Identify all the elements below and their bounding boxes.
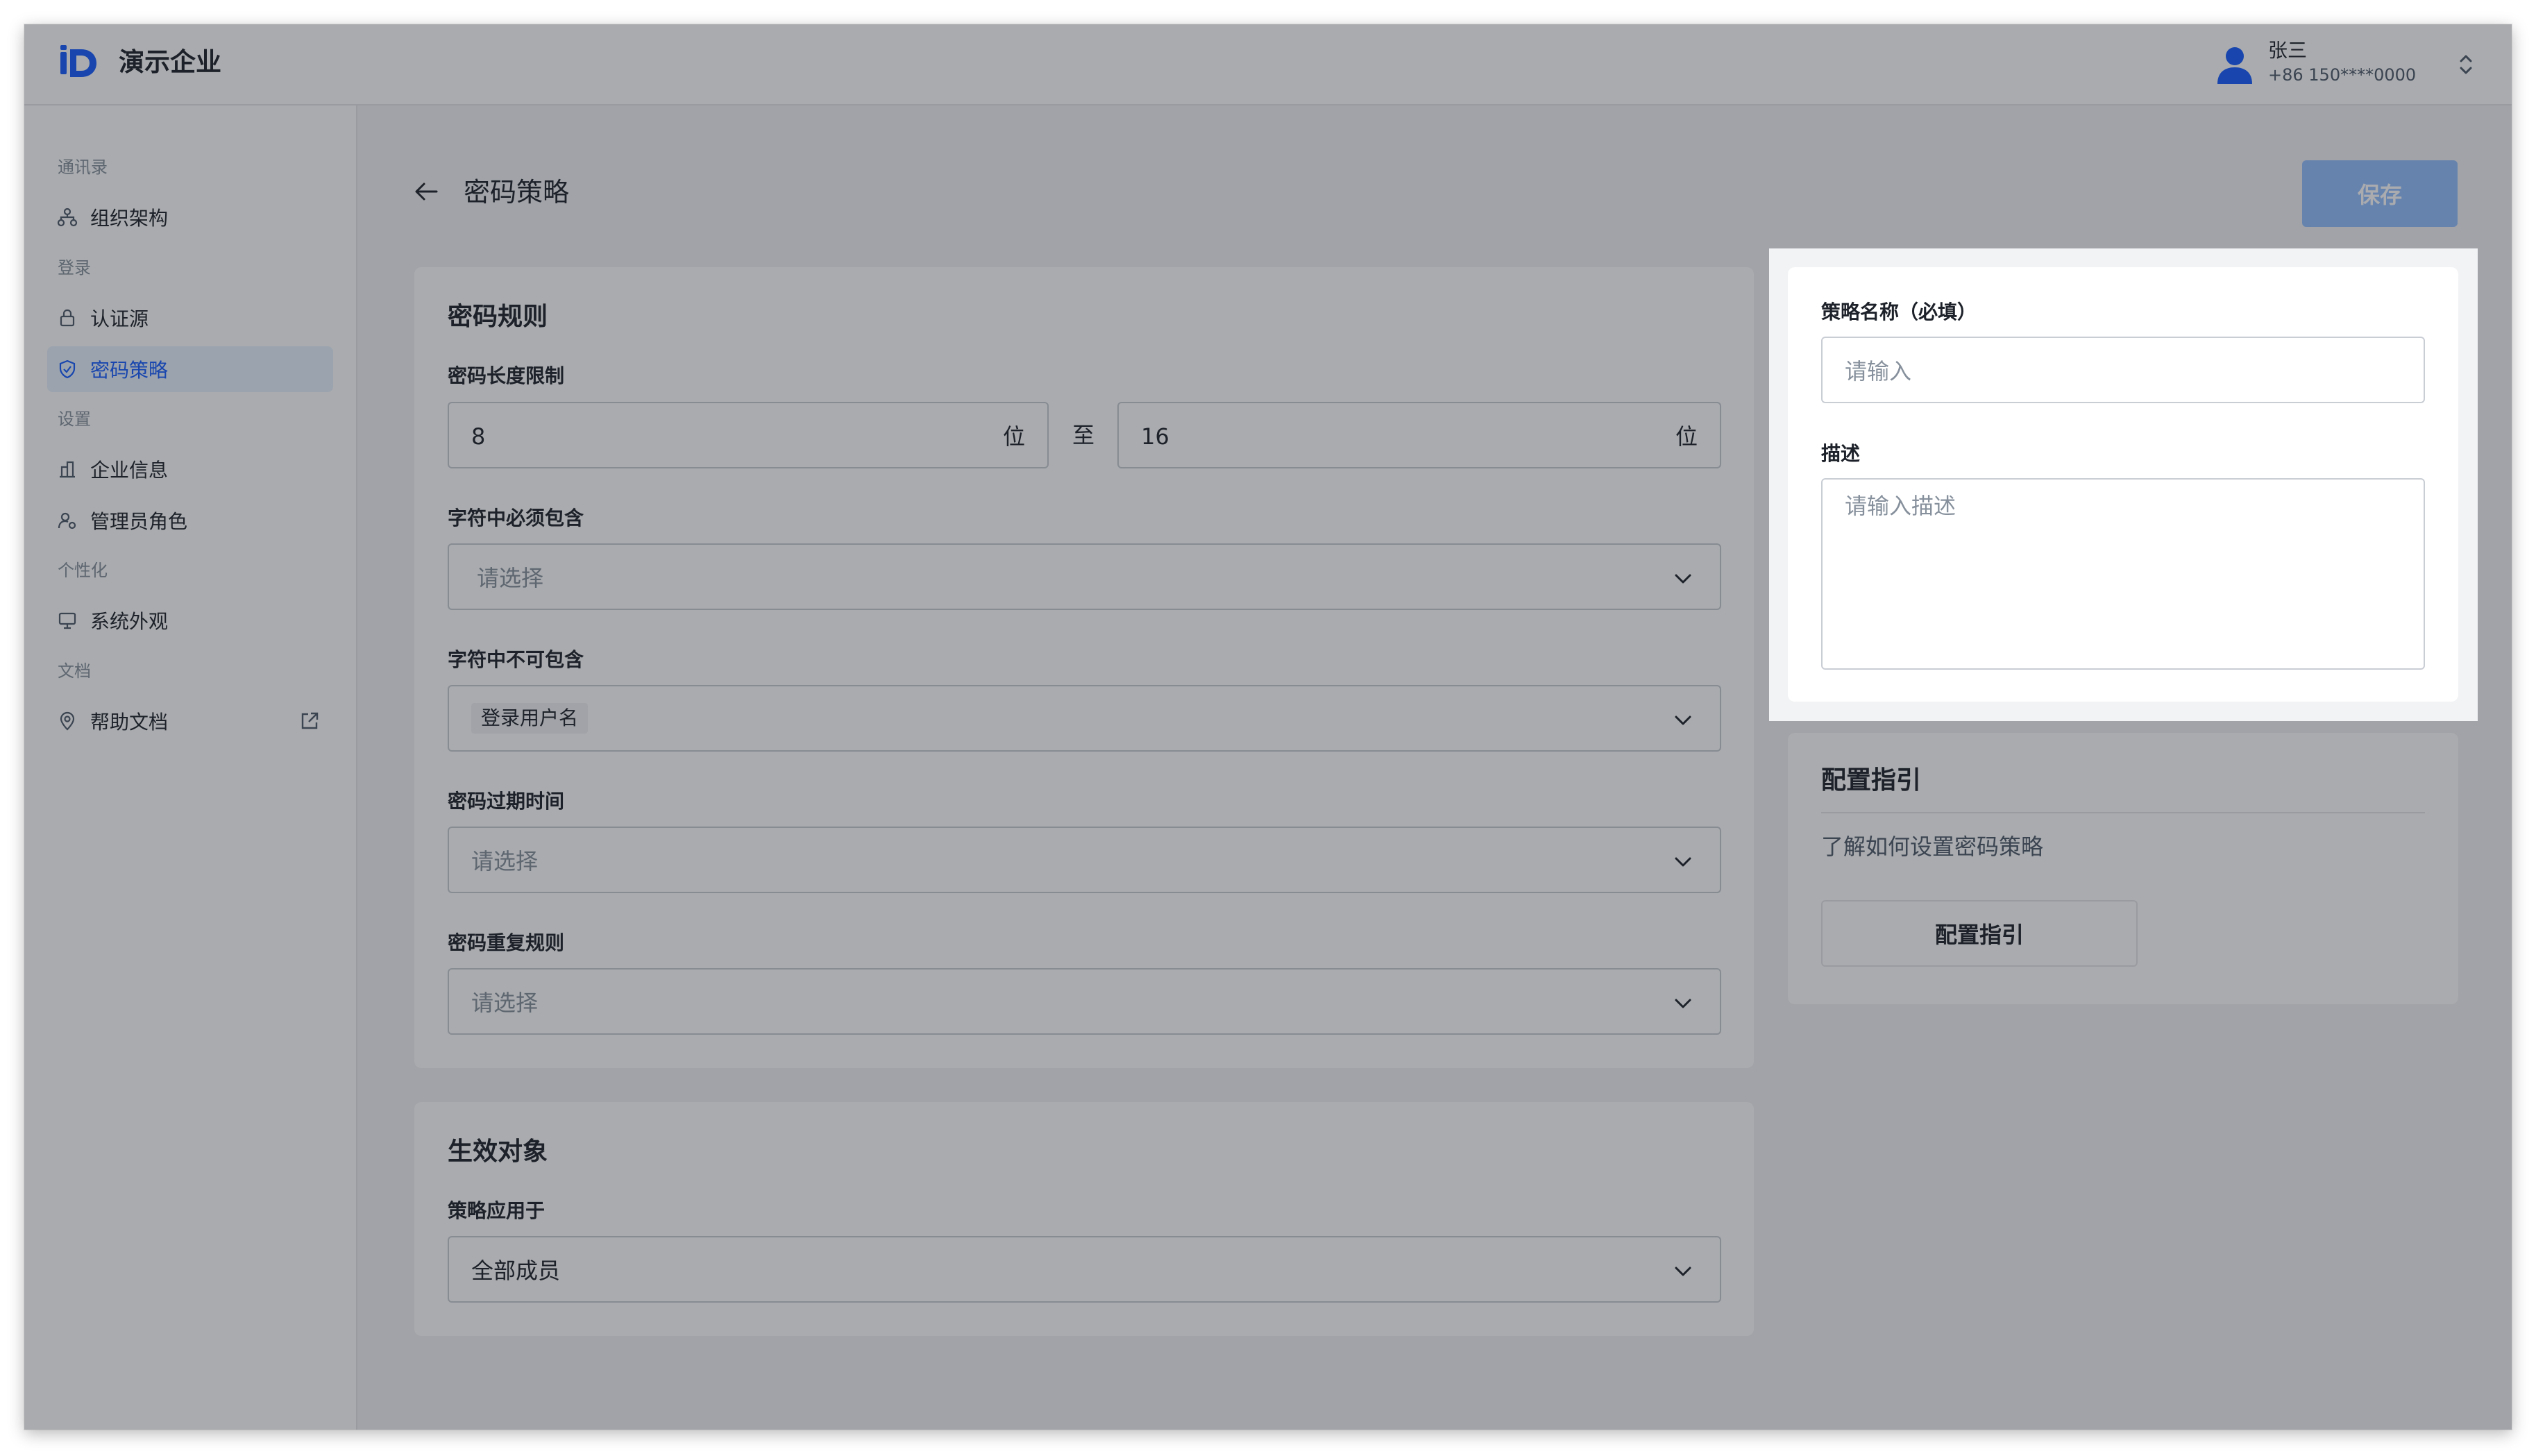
policy-info-card: 策略名称（必填） 请输入 描述 请输入描述 <box>1788 267 2458 702</box>
admin-user-icon <box>58 512 76 530</box>
field-label: 密码长度限制 <box>448 364 565 387</box>
shield-icon <box>59 359 76 379</box>
unit-label: 位 <box>1002 423 1025 450</box>
sidebar: 通讯录 组织架构 登录 认证源 密码策略 设置 企业信息 管理员角色 个性化 系… <box>24 105 357 1430</box>
save-button[interactable]: 保存 <box>2302 160 2458 227</box>
org-chart-icon <box>57 208 78 227</box>
chevron-down-icon <box>1675 716 1691 725</box>
back-arrow-icon[interactable] <box>413 178 439 205</box>
apply-to-select[interactable]: 全部成员 <box>448 1236 1721 1303</box>
select-placeholder: 请选择 <box>477 565 544 591</box>
card-title: 生效对象 <box>448 1137 548 1166</box>
guide-description: 了解如何设置密码策略 <box>1821 833 2044 860</box>
brand-name: 演示企业 <box>119 47 221 77</box>
sidebar-item-label: 密码策略 <box>90 359 169 382</box>
range-separator: 至 <box>1072 422 1095 448</box>
selected-tag: 登录用户名 <box>471 703 589 734</box>
sidebar-group-personalization: 个性化 <box>58 561 108 580</box>
sidebar-item-label: 系统外观 <box>90 610 169 633</box>
dim-overlay-right <box>2478 248 2512 721</box>
field-label: 密码重复规则 <box>448 931 565 954</box>
max-length-value: 16 <box>1141 423 1169 450</box>
user-phone: +86 150****0000 <box>2268 65 2417 85</box>
page-title: 密码策略 <box>464 177 570 208</box>
min-length-input[interactable]: 8 位 <box>448 402 1049 468</box>
select-placeholder: 请选择 <box>471 990 539 1016</box>
unit-label: 位 <box>1675 423 1698 450</box>
app-window: 演示企业 张三 +86 150****0000 通讯录 组织架构 登录 认证源 … <box>24 24 2512 1430</box>
field-label: 策略名称（必填） <box>1821 300 1977 323</box>
sidebar-item-label: 认证源 <box>90 307 149 330</box>
field-label: 描述 <box>1821 442 1861 465</box>
field-label: 密码过期时间 <box>448 790 565 813</box>
sidebar-group-docs: 文档 <box>58 661 91 681</box>
building-icon <box>60 461 75 478</box>
chevron-down-icon <box>1675 999 1691 1008</box>
chevron-up-down-icon[interactable] <box>2455 49 2476 80</box>
field-label: 策略应用于 <box>448 1199 546 1222</box>
chevron-down-icon <box>1675 574 1691 584</box>
user-avatar-icon[interactable] <box>2212 41 2258 87</box>
sidebar-item-admin-roles[interactable]: 管理员角色 <box>47 498 333 543</box>
card-title: 配置指引 <box>1821 766 1922 795</box>
sidebar-item-company-info[interactable]: 企业信息 <box>47 446 333 492</box>
chevron-down-icon <box>1675 1267 1691 1276</box>
max-length-input[interactable]: 16 位 <box>1117 402 1721 468</box>
external-link-icon[interactable] <box>298 710 321 732</box>
field-label: 字符中必须包含 <box>448 507 584 530</box>
location-pin-icon <box>60 711 75 731</box>
sidebar-item-label: 管理员角色 <box>90 510 188 533</box>
policy-description-textarea[interactable]: 请输入描述 <box>1821 478 2425 670</box>
sidebar-item-label: 企业信息 <box>90 459 169 482</box>
select-value: 全部成员 <box>471 1258 561 1284</box>
config-guide-card: 配置指引 了解如何设置密码策略 配置指引 <box>1788 733 2458 1004</box>
password-rules-card: 密码规则 密码长度限制 8 位 至 16 位 字符中必须包含 请选择 字符中不可… <box>414 267 1754 1068</box>
brand-logo-icon <box>60 45 96 77</box>
effective-target-card: 生效对象 策略应用于 全部成员 <box>414 1102 1754 1336</box>
card-title: 密码规则 <box>448 303 548 331</box>
user-name[interactable]: 张三 <box>2268 38 2307 63</box>
policy-name-input[interactable]: 请输入 <box>1821 337 2425 403</box>
chevron-down-icon <box>1675 857 1691 867</box>
config-guide-button[interactable]: 配置指引 <box>1821 900 2138 967</box>
must-not-include-select[interactable]: 登录用户名 <box>448 685 1721 752</box>
select-placeholder: 请选择 <box>471 848 539 874</box>
field-label: 字符中不可包含 <box>448 648 584 671</box>
sidebar-item-password-policy[interactable]: 密码策略 <box>47 346 333 392</box>
sidebar-item-help-docs[interactable]: 帮助文档 <box>47 698 333 744</box>
min-length-value: 8 <box>471 423 486 450</box>
sidebar-group-contacts: 通讯录 <box>58 158 108 177</box>
expiry-select[interactable]: 请选择 <box>448 827 1721 893</box>
divider <box>1821 812 2425 813</box>
sidebar-item-label: 帮助文档 <box>90 711 169 734</box>
sidebar-item-org-structure[interactable]: 组织架构 <box>47 194 333 240</box>
repeat-rule-select[interactable]: 请选择 <box>448 968 1721 1035</box>
must-include-select[interactable]: 请选择 <box>448 543 1721 610</box>
sidebar-item-auth-source[interactable]: 认证源 <box>47 295 333 341</box>
top-bar: 演示企业 张三 +86 150****0000 <box>24 24 2512 105</box>
sidebar-group-settings: 设置 <box>58 409 91 429</box>
monitor-icon <box>58 612 76 629</box>
sidebar-item-label: 组织架构 <box>90 207 169 230</box>
sidebar-item-appearance[interactable]: 系统外观 <box>47 598 333 643</box>
textarea-placeholder: 请输入描述 <box>1845 493 1956 519</box>
sidebar-group-login: 登录 <box>58 258 91 278</box>
input-placeholder: 请输入 <box>1845 358 1912 384</box>
lock-icon <box>60 309 75 327</box>
